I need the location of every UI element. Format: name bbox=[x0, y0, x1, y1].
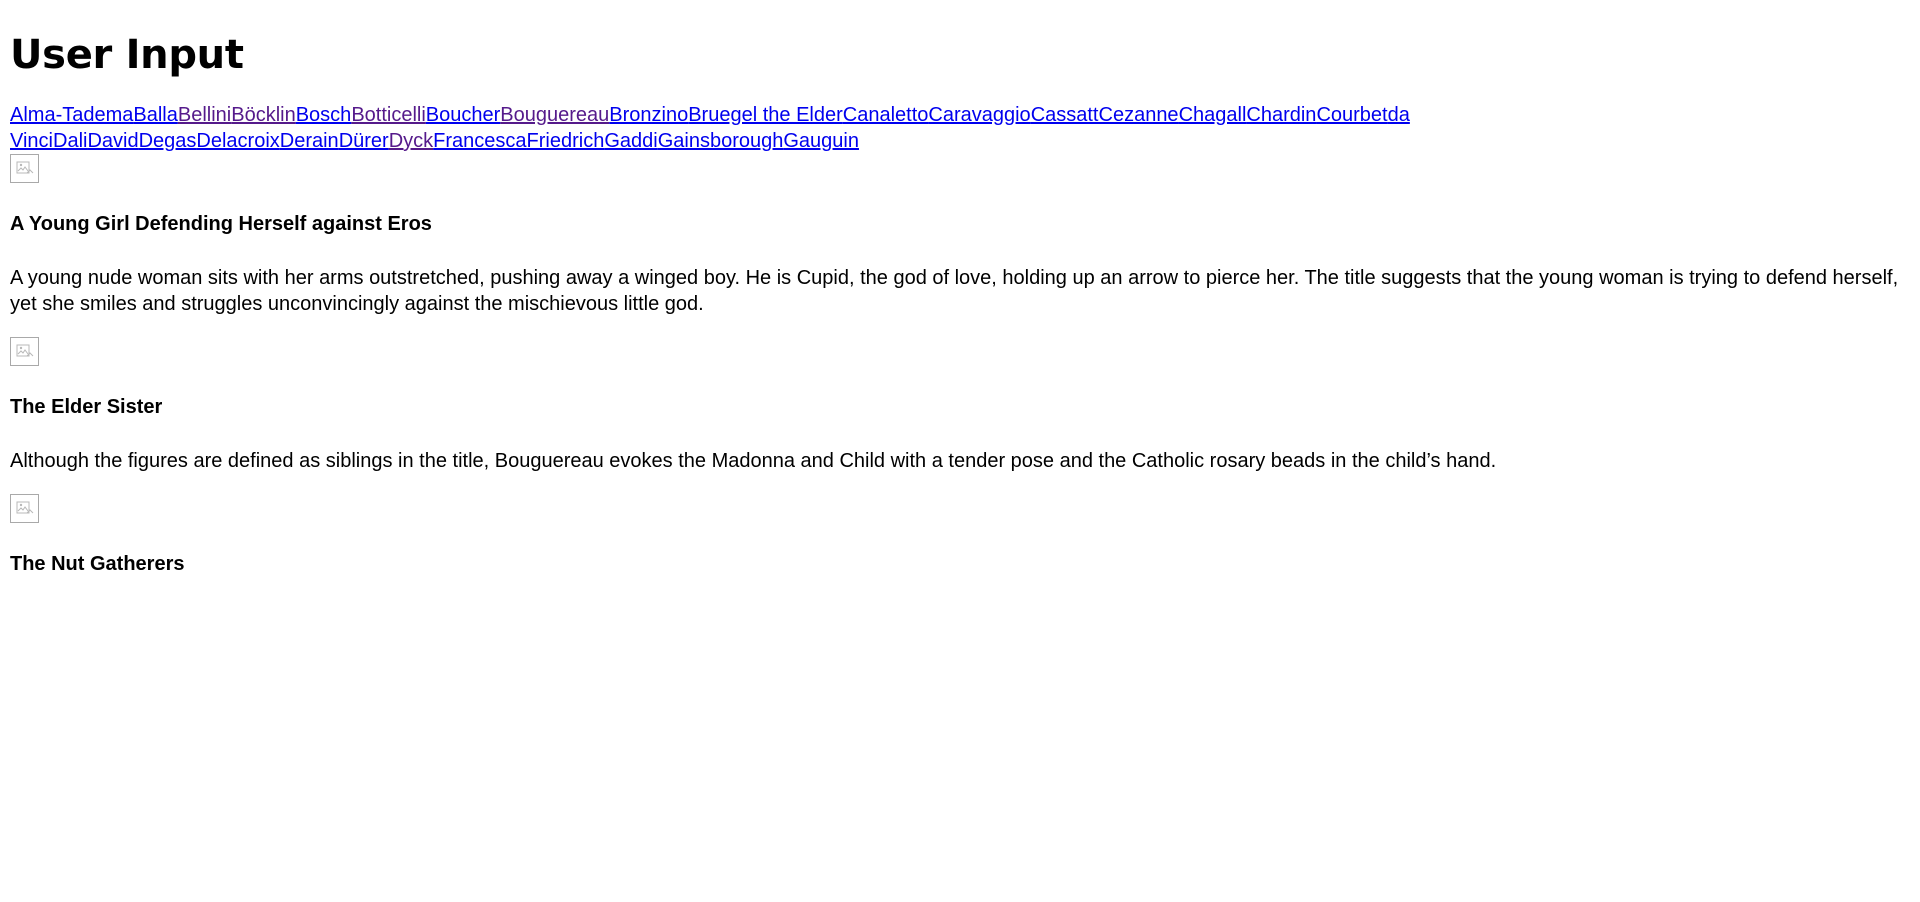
artist-link[interactable]: Alma-Tadema bbox=[10, 104, 133, 126]
artist-link[interactable]: Gainsborough bbox=[658, 130, 784, 152]
broken-image-icon bbox=[10, 154, 39, 183]
artist-link[interactable]: David bbox=[87, 130, 138, 152]
broken-image-icon bbox=[10, 494, 39, 523]
artist-link-list: Alma-TademaBallaBelliniBöcklinBoschBotti… bbox=[10, 102, 1910, 154]
artist-link[interactable]: Dali bbox=[53, 130, 87, 152]
page-title: User Input bbox=[10, 32, 244, 78]
artist-link[interactable]: Böcklin bbox=[231, 104, 295, 126]
artist-link[interactable]: Chardin bbox=[1246, 104, 1316, 126]
artist-link[interactable]: Degas bbox=[139, 130, 197, 152]
artist-link[interactable]: Chagall bbox=[1179, 104, 1247, 126]
artist-link[interactable]: Derain bbox=[280, 130, 339, 152]
artist-link[interactable]: Dyck bbox=[389, 130, 433, 152]
artist-link[interactable]: Delacroix bbox=[196, 130, 279, 152]
artist-link[interactable]: Francesca bbox=[433, 130, 526, 152]
artwork-title: The Nut Gatherers bbox=[10, 553, 185, 575]
artist-link[interactable]: Gauguin bbox=[783, 130, 859, 152]
artist-link[interactable]: Courbet bbox=[1316, 104, 1387, 126]
artist-link[interactable]: Boucher bbox=[426, 104, 501, 126]
artwork-description: A young nude woman sits with her arms ou… bbox=[10, 267, 1899, 315]
artist-link[interactable]: Bruegel the Elder bbox=[688, 104, 843, 126]
artwork-item: A Young Girl Defending Herself against E… bbox=[10, 154, 1910, 317]
artist-link[interactable]: Friedrich bbox=[527, 130, 605, 152]
artist-link[interactable]: Botticelli bbox=[351, 104, 425, 126]
artist-link[interactable]: Gaddi bbox=[604, 130, 657, 152]
page-container: User Input Alma-TademaBallaBelliniBöckli… bbox=[0, 28, 1920, 577]
artwork-item: The Elder Sister Although the figures ar… bbox=[10, 337, 1910, 474]
artist-link[interactable]: Bosch bbox=[296, 104, 352, 126]
artwork-description: Although the figures are defined as sibl… bbox=[10, 450, 1497, 472]
artist-link[interactable]: Cassatt bbox=[1031, 104, 1099, 126]
artwork-title: The Elder Sister bbox=[10, 396, 163, 418]
artist-link[interactable]: Canaletto bbox=[843, 104, 929, 126]
artist-link[interactable]: Bellini bbox=[178, 104, 231, 126]
artist-link[interactable]: Bouguereau bbox=[500, 104, 609, 126]
artist-link[interactable]: Balla bbox=[133, 104, 177, 126]
artwork-item: The Nut Gatherers bbox=[10, 494, 1910, 577]
artist-link[interactable]: Dürer bbox=[339, 130, 389, 152]
artwork-title: A Young Girl Defending Herself against E… bbox=[10, 213, 432, 235]
artist-link[interactable]: Cezanne bbox=[1099, 104, 1179, 126]
artist-link[interactable]: Bronzino bbox=[609, 104, 688, 126]
artist-link[interactable]: Caravaggio bbox=[928, 104, 1030, 126]
broken-image-icon bbox=[10, 337, 39, 366]
